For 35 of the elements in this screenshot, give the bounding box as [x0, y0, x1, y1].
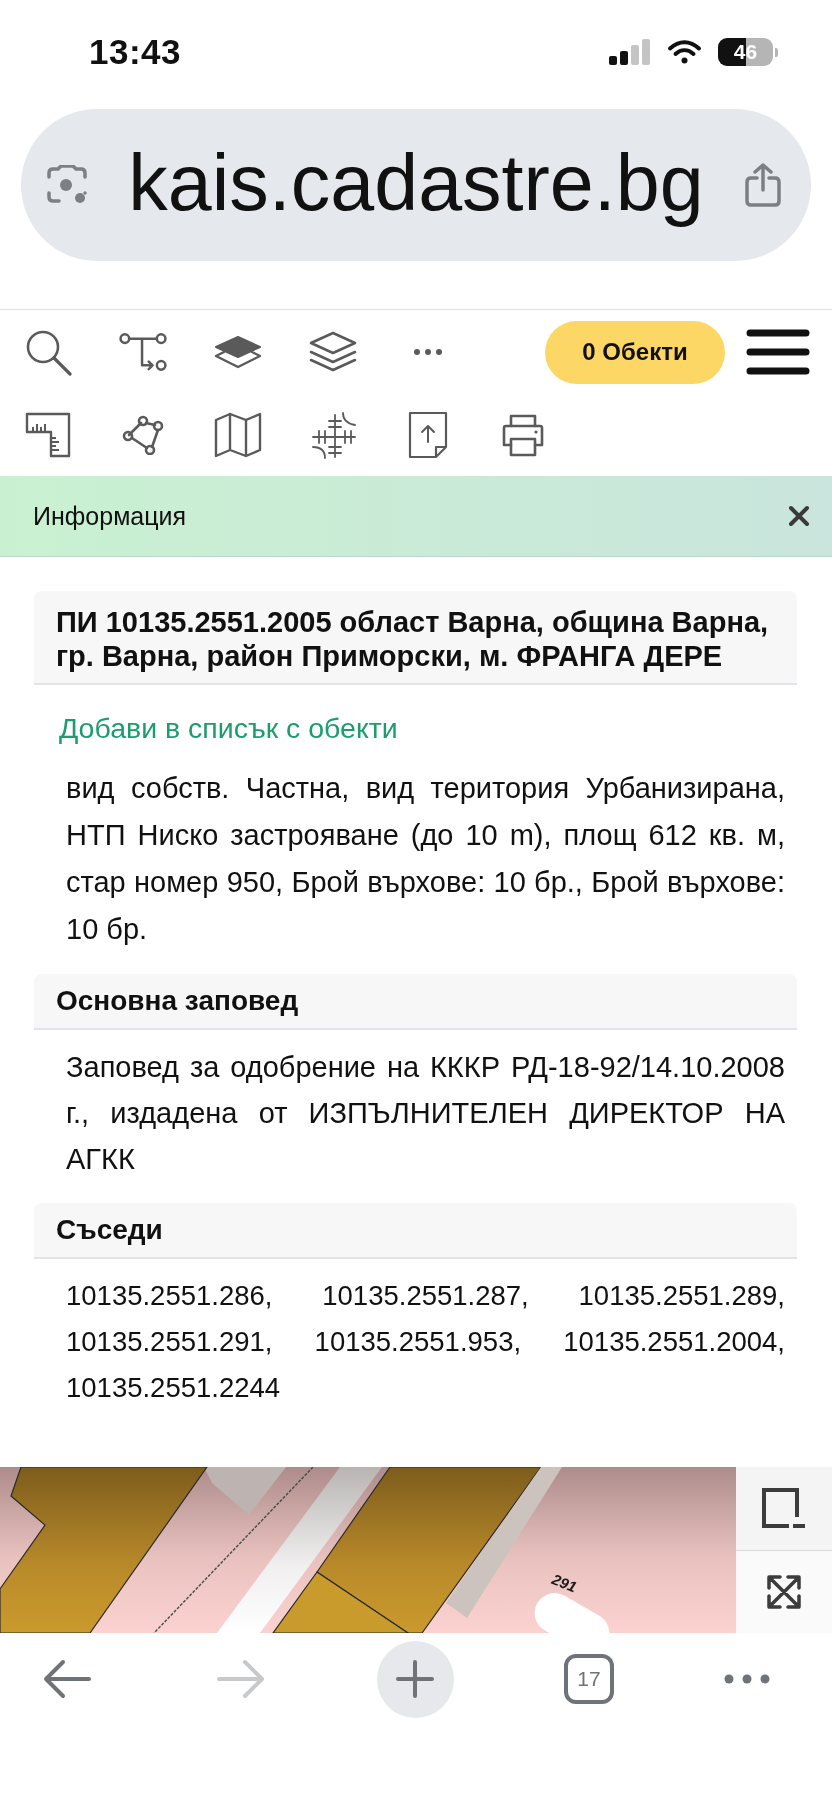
status-time: 13:43 [89, 32, 182, 72]
plus-icon [396, 1660, 434, 1698]
visual-lookup-icon[interactable] [47, 165, 87, 205]
panel-title: Информация [33, 501, 187, 531]
menu-icon[interactable] [746, 329, 810, 375]
section-heading: Съседи [34, 1203, 797, 1259]
more-icon[interactable] [724, 1674, 770, 1684]
close-icon[interactable] [788, 505, 810, 527]
layers-icon[interactable] [213, 335, 262, 369]
map-select-button[interactable] [736, 1467, 832, 1550]
route-icon[interactable] [118, 331, 167, 373]
section-heading: Основна заповед [34, 974, 797, 1030]
parcel-heading: ПИ 10135.2551.2005 област Варна, община Варна, гр. Варна, район Приморски, м. ФРАНГА ДЕРЕ [34, 591, 797, 685]
ruler-icon[interactable] [24, 412, 71, 458]
more-icon[interactable] [412, 348, 443, 356]
expand-arrows-icon [766, 1573, 802, 1610]
address-bar[interactable]: kais.cadastre.bg [21, 109, 811, 261]
tabs-button[interactable]: 17 [564, 1654, 614, 1704]
folded-map-icon[interactable] [213, 412, 262, 458]
fullscreen-button[interactable] [736, 1549, 832, 1633]
url-text: kais.cadastre.bg [128, 142, 704, 228]
section-text: 10135.2551.286, 10135.2551.287, 10135.2551.289, 10135.2551.291, 10135.2551.953, 10135.2551.2004, 10135.2551.2244 [66, 1279, 785, 1405]
layers-stack-icon[interactable] [308, 331, 357, 373]
wifi-icon [667, 39, 702, 65]
polygon-nodes-icon[interactable] [121, 415, 164, 455]
document-upload-icon[interactable] [406, 411, 449, 459]
selection-frame-icon [761, 1487, 807, 1530]
section-text: Заповед за одобрение на КККР РД-18-92/14.10.2008 г., издадена от ИЗПЪЛНИТЕЛЕН ДИРЕКТОР НА АГКК [66, 1050, 785, 1177]
objects-button[interactable]: 0 Обекти [545, 320, 725, 384]
parcel-number-label: 291 [549, 1570, 580, 1596]
share-icon[interactable] [745, 163, 781, 207]
parcel-details: вид собств. Частна, вид територия Урбанизирана, НТП Ниско застрояване (до 10 m), площ 612 кв. м, стар номер 950, Брой върхове: 10 бр., Брой върхове: 10 бр. [66, 771, 785, 947]
back-arrow-icon[interactable] [43, 1659, 91, 1699]
signal-icon [609, 39, 651, 65]
cadastral-map-drawing[interactable] [0, 1467, 736, 1633]
